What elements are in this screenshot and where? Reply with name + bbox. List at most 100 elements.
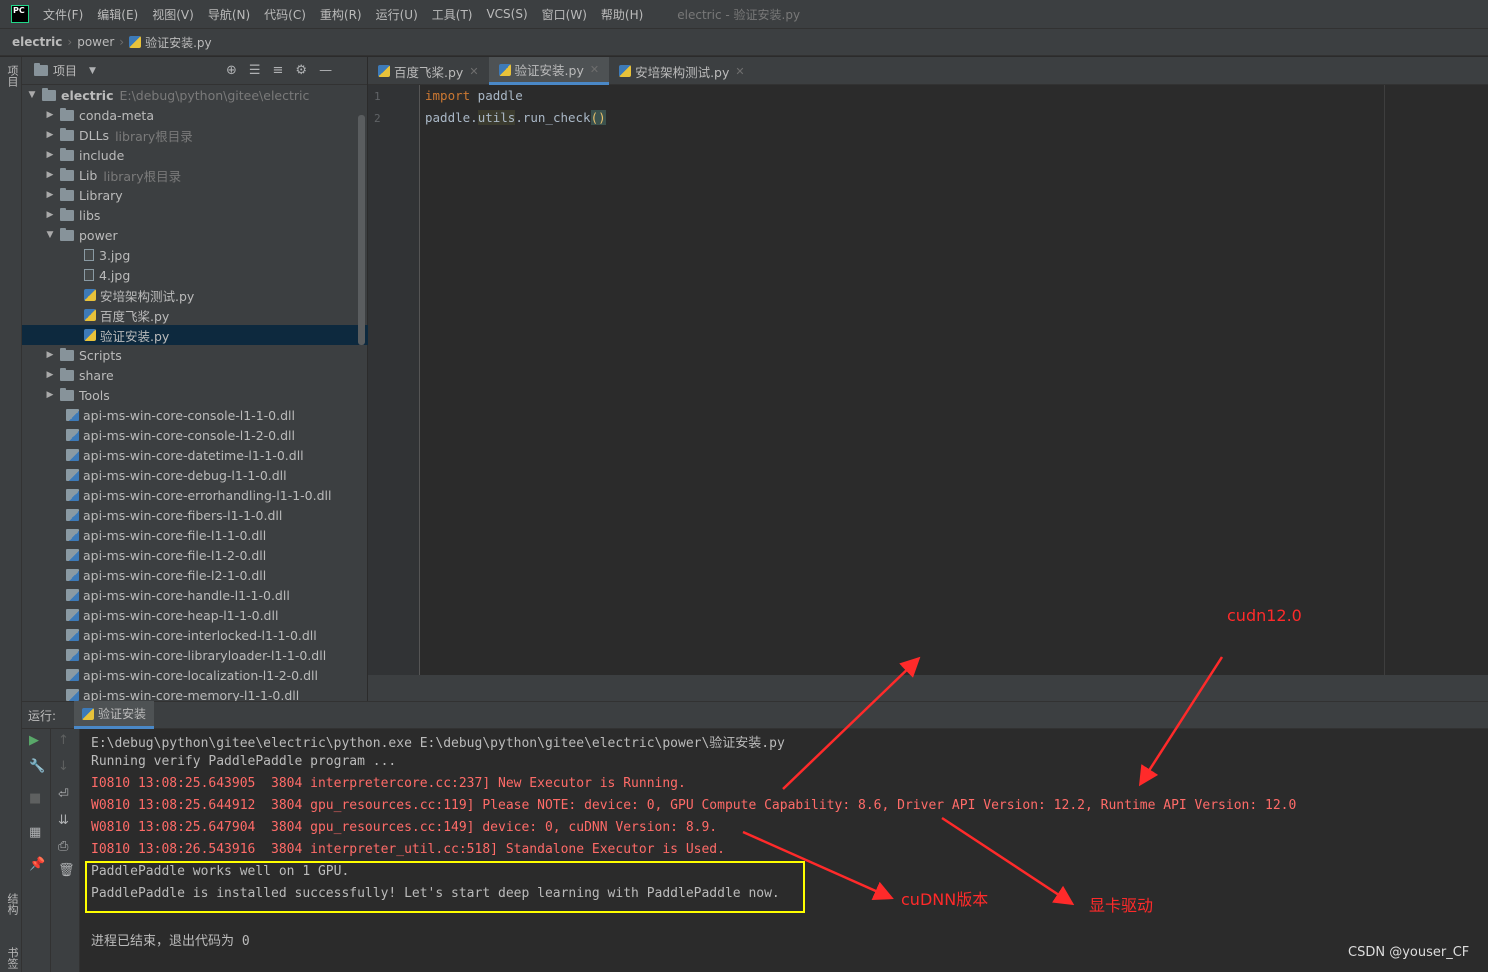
code-line-2[interactable]: paddle.utils.run_check(): [425, 110, 606, 125]
chevron-right-icon[interactable]: ▶: [44, 190, 56, 200]
scroll-to-end-icon[interactable]: ⇊: [58, 813, 69, 828]
tree-folder[interactable]: ▶ libs: [22, 205, 368, 225]
chevron-down-icon[interactable]: ▼: [44, 230, 56, 240]
tree-file[interactable]: api-ms-win-core-handle-l1-1-0.dll: [22, 585, 368, 605]
tree-folder[interactable]: ▶ include: [22, 145, 368, 165]
menu-code[interactable]: 代码(C): [264, 6, 306, 23]
menu-navigate[interactable]: 导航(N): [208, 6, 250, 23]
breadcrumb-project[interactable]: electric: [12, 35, 62, 49]
collapse-all-icon[interactable]: ≡: [273, 63, 284, 78]
close-icon[interactable]: ✕: [735, 65, 744, 78]
menu-refactor[interactable]: 重构(R): [320, 6, 362, 23]
chevron-right-icon[interactable]: ▶: [44, 370, 56, 380]
locate-icon[interactable]: ⊕: [226, 63, 237, 78]
pin-icon[interactable]: 📌: [29, 857, 45, 872]
trash-icon[interactable]: 🗑: [58, 863, 75, 878]
tree-file[interactable]: api-ms-win-core-memory-l1-1-0.dll: [22, 685, 368, 701]
run-tab[interactable]: 验证安装: [74, 701, 155, 729]
tree-scrollbar[interactable]: [358, 115, 365, 345]
tree-file[interactable]: api-ms-win-core-console-l1-1-0.dll: [22, 405, 368, 425]
tree-file[interactable]: 百度飞桨.py: [22, 305, 368, 325]
tree-root[interactable]: ▼ electric E:\debug\python\gitee\electri…: [22, 85, 368, 105]
tree-file[interactable]: api-ms-win-core-localization-l1-2-0.dll: [22, 665, 368, 685]
tree-file[interactable]: 3.jpg: [22, 245, 368, 265]
tree-file[interactable]: api-ms-win-core-console-l1-2-0.dll: [22, 425, 368, 445]
chevron-right-icon[interactable]: ▶: [44, 130, 56, 140]
tree-file[interactable]: api-ms-win-core-heap-l1-1-0.dll: [22, 605, 368, 625]
dll-file-icon: [66, 669, 79, 681]
tree-file[interactable]: api-ms-win-core-file-l2-1-0.dll: [22, 565, 368, 585]
structure-tool-button[interactable]: 结构: [4, 893, 20, 915]
tree-file[interactable]: api-ms-win-core-file-l1-2-0.dll: [22, 545, 368, 565]
stop-icon[interactable]: ■: [29, 791, 41, 806]
python-run-icon: [82, 707, 95, 720]
arrow-up-icon[interactable]: ↑: [58, 733, 69, 748]
chevron-down-icon[interactable]: ▼: [26, 90, 38, 100]
project-tool-button[interactable]: 项目: [4, 65, 20, 87]
tab-ampere-test[interactable]: 安培架构测试.py ✕: [609, 57, 755, 85]
print-icon[interactable]: ⎙: [58, 839, 68, 854]
close-icon[interactable]: ✕: [590, 63, 599, 76]
tab-baidu-paddle[interactable]: 百度飞桨.py ✕: [368, 57, 489, 85]
tree-folder[interactable]: ▶ Tools: [22, 385, 368, 405]
close-icon[interactable]: ✕: [469, 65, 478, 78]
minimize-icon[interactable]: —: [319, 63, 332, 78]
soft-wrap-icon[interactable]: ⏎: [58, 787, 69, 802]
tree-folder[interactable]: ▶ Scripts: [22, 345, 368, 365]
breadcrumb-folder[interactable]: power: [77, 35, 114, 49]
python-file-icon: [498, 63, 511, 76]
menu-help[interactable]: 帮助(H): [601, 6, 643, 23]
console-line: E:\debug\python\gitee\electric\python.ex…: [91, 736, 785, 751]
menu-bar: PC 文件(F) 编辑(E) 视图(V) 导航(N) 代码(C) 重构(R) 运…: [0, 0, 1488, 29]
tree-folder[interactable]: ▶ Library: [22, 185, 368, 205]
tree-file[interactable]: api-ms-win-core-errorhandling-l1-1-0.dll: [22, 485, 368, 505]
menu-view[interactable]: 视图(V): [152, 6, 194, 23]
dll-file-icon: [66, 569, 79, 581]
tree-folder[interactable]: ▶ conda-meta: [22, 105, 368, 125]
tab-verify-install[interactable]: 验证安装.py ✕: [488, 57, 610, 85]
right-margin-guide: [1384, 85, 1385, 675]
tree-file[interactable]: api-ms-win-core-interlocked-l1-1-0.dll: [22, 625, 368, 645]
tree-file[interactable]: api-ms-win-core-libraryloader-l1-1-0.dll: [22, 645, 368, 665]
wrench-icon[interactable]: 🔧: [29, 759, 45, 774]
chevron-right-icon[interactable]: ▶: [44, 150, 56, 160]
tree-file-selected[interactable]: 验证安装.py: [22, 325, 368, 345]
chevron-down-icon[interactable]: ▼: [89, 66, 96, 76]
folder-icon: [60, 207, 74, 221]
tree-file[interactable]: 安培架构测试.py: [22, 285, 368, 305]
code-editor[interactable]: import paddle paddle.utils.run_check(): [420, 85, 1488, 675]
menu-tools[interactable]: 工具(T): [432, 6, 473, 23]
tree-file[interactable]: 4.jpg: [22, 265, 368, 285]
tree-folder[interactable]: ▶ share: [22, 365, 368, 385]
tree-folder-name: conda-meta: [79, 107, 154, 123]
menu-window[interactable]: 窗口(W): [542, 6, 587, 23]
menu-vcs[interactable]: VCS(S): [486, 7, 527, 21]
tree-folder[interactable]: ▶ Lib library根目录: [22, 165, 368, 185]
chevron-right-icon[interactable]: ▶: [44, 350, 56, 360]
chevron-right-icon[interactable]: ▶: [44, 170, 56, 180]
arrow-down-icon[interactable]: ↓: [58, 759, 69, 774]
chevron-right-icon[interactable]: ▶: [44, 210, 56, 220]
bookmarks-tool-button[interactable]: 书签: [4, 947, 20, 969]
tree-file[interactable]: api-ms-win-core-file-l1-1-0.dll: [22, 525, 368, 545]
chevron-right-icon[interactable]: ▶: [44, 110, 56, 120]
tree-file[interactable]: api-ms-win-core-fibers-l1-1-0.dll: [22, 505, 368, 525]
tree-folder[interactable]: ▼ power: [22, 225, 368, 245]
run-console[interactable]: E:\debug\python\gitee\electric\python.ex…: [80, 729, 1488, 972]
run-icon[interactable]: ▶: [29, 733, 39, 748]
code-line-1[interactable]: import paddle: [425, 88, 523, 103]
tree-file[interactable]: api-ms-win-core-datetime-l1-1-0.dll: [22, 445, 368, 465]
layout-icon[interactable]: ▦: [29, 825, 41, 840]
chevron-right-icon[interactable]: ▶: [44, 390, 56, 400]
project-panel-title[interactable]: 项目: [53, 62, 77, 79]
python-file-icon: [84, 309, 96, 321]
tree-folder[interactable]: ▶ DLLs library根目录: [22, 125, 368, 145]
library-root-hint: library根目录: [115, 128, 193, 144]
menu-file[interactable]: 文件(F): [43, 6, 83, 23]
expand-all-icon[interactable]: ☰: [249, 63, 261, 78]
menu-run[interactable]: 运行(U): [376, 6, 418, 23]
menu-edit[interactable]: 编辑(E): [97, 6, 138, 23]
breadcrumb-file[interactable]: 验证安装.py: [145, 34, 212, 51]
gear-icon[interactable]: ⚙: [295, 63, 307, 78]
tree-file[interactable]: api-ms-win-core-debug-l1-1-0.dll: [22, 465, 368, 485]
